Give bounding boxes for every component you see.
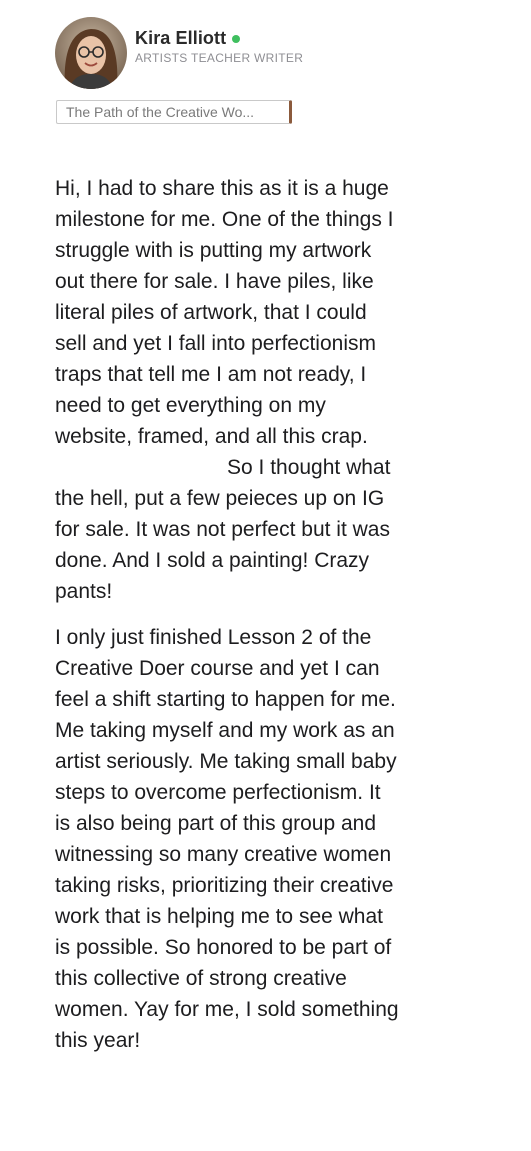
text-line: artist seriously. Me taking small baby <box>55 750 397 773</box>
text-line: traps that tell me I am not ready, I <box>55 363 367 386</box>
text-line: this collective of strong creative <box>55 967 347 990</box>
text-line: out there for sale. I have piles, like <box>55 270 374 293</box>
text-line: feel a shift starting to happen for me. <box>55 688 396 711</box>
text-line: struggle with is putting my artwork <box>55 239 372 262</box>
text-line: for sale. It was not perfect but it was <box>55 518 390 541</box>
text-line: website, framed, and all this crap. <box>55 425 368 448</box>
text-line: is possible. So honored to be part of <box>55 936 392 959</box>
text-line: is also being part of this group and <box>55 812 377 835</box>
text-line: I only just finished Lesson 2 of the <box>55 626 372 649</box>
text-line: Creative Doer course and yet I can <box>55 657 380 680</box>
author-tagline: ARTISTS TEACHER WRITER <box>135 50 304 65</box>
text-line: women. Yay for me, I sold something <box>55 998 399 1021</box>
online-status-icon <box>232 34 241 43</box>
text-line: witnessing so many creative women <box>55 843 392 866</box>
text-fragment: So I thought what <box>227 456 391 479</box>
author-name-row: Kira Elliott <box>135 28 303 49</box>
text-line: pants! <box>55 580 113 603</box>
avatar[interactable] <box>55 17 127 89</box>
author-info: Kira Elliott ARTISTS TEACHER WRITER <box>135 28 303 65</box>
text-line: Me taking myself and my work as an <box>55 719 395 742</box>
course-tag-link[interactable]: The Path of the Creative Wo... <box>56 100 292 124</box>
post-author-header: Kira Elliott ARTISTS TEACHER WRITER <box>55 17 303 89</box>
text-line: sell and yet I fall into perfectionism <box>55 332 376 355</box>
text-line: done. And I sold a painting! Crazy <box>55 549 370 572</box>
text-line: Hi, I had to share this as it is a huge <box>55 177 389 200</box>
text-line: the hell, put a few peieces up on IG <box>55 487 385 510</box>
profile-photo-icon <box>55 17 127 89</box>
text-line: need to get everything on my <box>55 394 326 417</box>
text-line: milestone for me. One of the things I <box>55 208 394 231</box>
text-line: steps to overcome perfectionism. It <box>55 781 381 804</box>
text-line: taking risks, prioritizing their creativ… <box>55 874 394 897</box>
author-name[interactable]: Kira Elliott <box>135 28 226 49</box>
text-line: this year! <box>55 1029 141 1052</box>
text-line: work that is helping me to see what <box>55 905 384 928</box>
text-line-indented: So I thought what <box>55 452 465 483</box>
post-body: Hi, I had to share this as it is a huge … <box>55 173 465 1056</box>
text-line: literal piles of artwork, that I could <box>55 301 367 324</box>
post-paragraph-2: I only just finished Lesson 2 of the Cre… <box>55 622 465 1056</box>
post-paragraph-1: Hi, I had to share this as it is a huge … <box>55 173 465 607</box>
